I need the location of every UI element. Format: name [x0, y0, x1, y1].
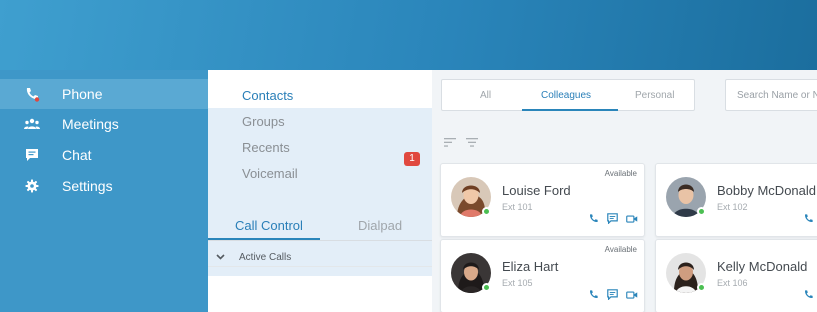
contact-actions	[803, 211, 817, 229]
sidebar-item-label: Phone	[62, 86, 103, 102]
call-icon[interactable]	[588, 287, 599, 305]
contact-extension: Ext 102	[717, 202, 748, 212]
status-label: Available	[604, 245, 637, 254]
active-calls-toggle[interactable]: Active Calls	[216, 252, 291, 263]
call-icon[interactable]	[588, 211, 599, 229]
gear-icon	[22, 178, 42, 194]
sidebar-item-label: Settings	[62, 178, 113, 194]
contact-name: Eliza Hart	[502, 259, 559, 274]
chat-icon[interactable]	[607, 211, 618, 229]
contact-card-eliza-hart[interactable]: Available Eliza Hart Ext 105	[440, 239, 645, 312]
phone-menu: Contacts Groups Recents 1 Voicemail	[208, 82, 432, 276]
contact-name: Louise Ford	[502, 183, 571, 198]
contact-name: Kelly McDonald	[717, 259, 808, 274]
tab-personal[interactable]: Personal	[635, 90, 674, 101]
sidebar-item-meetings[interactable]: Meetings	[0, 109, 208, 139]
tab-call-control[interactable]: Call Control	[235, 218, 303, 233]
call-icon[interactable]	[803, 211, 814, 229]
video-icon[interactable]	[626, 287, 638, 305]
contacts-panel: All Colleagues Personal Search Name or N…	[432, 70, 817, 312]
menu-item-voicemail[interactable]: Voicemail	[242, 166, 298, 181]
contact-name: Bobby McDonald	[717, 183, 816, 198]
contact-extension: Ext 101	[502, 202, 533, 212]
contact-card-louise-ford[interactable]: Available Louise Ford Ext 101	[440, 163, 645, 237]
active-calls-label: Active Calls	[239, 252, 292, 263]
chat-icon[interactable]	[607, 287, 618, 305]
sidebar-item-phone[interactable]: Phone	[0, 79, 208, 109]
presence-indicator	[482, 283, 491, 292]
tab-all[interactable]: All	[480, 90, 491, 101]
contact-actions	[588, 211, 638, 229]
contact-extension: Ext 106	[717, 278, 748, 288]
contact-extension: Ext 105	[502, 278, 533, 288]
divider	[208, 266, 432, 267]
presence-indicator	[697, 283, 706, 292]
presence-indicator	[482, 207, 491, 216]
meetings-icon	[22, 116, 42, 132]
app-window: Phone Meetings Chat Settings Contacts Gr…	[0, 0, 817, 312]
contact-filter-tabs: All Colleagues Personal	[441, 79, 695, 111]
video-icon[interactable]	[626, 211, 638, 229]
sort-icon[interactable]	[444, 134, 456, 152]
tab-colleagues[interactable]: Colleagues	[541, 90, 591, 101]
sidebar-item-label: Chat	[62, 147, 92, 163]
chevron-down-icon	[216, 252, 225, 263]
search-placeholder: Search Name or Nu	[737, 90, 817, 101]
menu-item-recents[interactable]: Recents	[242, 140, 290, 155]
filter-icon[interactable]	[466, 134, 478, 152]
menu-item-groups[interactable]: Groups	[242, 114, 285, 129]
sidebar-item-settings[interactable]: Settings	[0, 171, 208, 201]
phone-menu-panel: Contacts Groups Recents 1 Voicemail Call…	[208, 70, 432, 312]
top-banner	[0, 0, 817, 70]
phone-icon	[22, 86, 42, 102]
contact-card-bobby-mcdonald[interactable]: Bobby McDonald Ext 102	[655, 163, 817, 237]
menu-item-contacts[interactable]: Contacts	[242, 88, 293, 103]
presence-indicator	[697, 207, 706, 216]
contact-actions	[803, 287, 817, 305]
recents-count-badge: 1	[404, 152, 420, 166]
sidebar-item-label: Meetings	[62, 116, 119, 132]
sidebar: Phone Meetings Chat Settings	[0, 70, 208, 312]
status-label: Available	[604, 169, 637, 178]
contact-actions	[588, 287, 638, 305]
contact-card-kelly-mcdonald[interactable]: Kelly McDonald Ext 106	[655, 239, 817, 312]
chat-icon	[22, 147, 42, 163]
divider	[208, 240, 432, 241]
sort-filter-controls	[444, 134, 478, 152]
sidebar-item-chat[interactable]: Chat	[0, 140, 208, 170]
call-icon[interactable]	[803, 287, 814, 305]
tab-active-indicator	[522, 109, 618, 111]
tab-dialpad[interactable]: Dialpad	[358, 218, 402, 233]
search-input[interactable]: Search Name or Nu	[725, 79, 817, 111]
